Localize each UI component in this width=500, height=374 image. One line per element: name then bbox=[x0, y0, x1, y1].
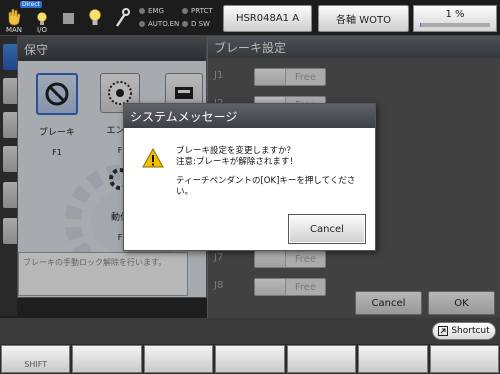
robot-id-button[interactable]: HSR048A1 A bbox=[223, 5, 312, 32]
auto-en-label: AUTO.EN bbox=[148, 20, 180, 28]
system-message-title: システムメッセージ bbox=[124, 104, 375, 128]
function-key-bar: SHIFT bbox=[0, 344, 500, 374]
dsw-status: D SW bbox=[182, 20, 210, 28]
fkey-4[interactable] bbox=[286, 345, 357, 373]
fkey-2[interactable] bbox=[143, 345, 214, 373]
emg-status: EMG bbox=[139, 7, 164, 15]
shortcut-icon bbox=[438, 326, 449, 336]
io-label: I/O bbox=[37, 26, 47, 34]
bulb-icon bbox=[37, 12, 47, 25]
lamp-icon bbox=[89, 9, 101, 25]
prtct-status: PRTCT bbox=[182, 7, 213, 15]
prtct-label: PRTCT bbox=[191, 7, 213, 15]
bottom-strip bbox=[0, 318, 500, 344]
message-line-3: ティーチペンダントの[OK]キーを押してください。 bbox=[176, 176, 356, 197]
speed-bar bbox=[420, 23, 490, 27]
fkey-shift[interactable]: SHIFT bbox=[1, 345, 71, 373]
warning-icon bbox=[142, 148, 164, 168]
stop-icon bbox=[63, 13, 74, 24]
prtct-led bbox=[182, 8, 188, 14]
mode-label: MAN bbox=[5, 26, 23, 34]
dsw-label: D SW bbox=[191, 20, 210, 28]
fkey-6[interactable] bbox=[429, 345, 499, 373]
fkey-1[interactable] bbox=[72, 345, 142, 373]
emg-led bbox=[139, 8, 145, 14]
auto-en-led bbox=[139, 21, 145, 27]
io-indicator: I/O bbox=[31, 6, 53, 34]
message-line-2: 注意:ブレーキが解除されます！ bbox=[176, 157, 298, 167]
auto-en-status: AUTO.EN bbox=[139, 20, 179, 28]
system-message-dialog: システムメッセージ ブレーキ設定を変更しますか？ 注意:ブレーキが解除されます！… bbox=[123, 103, 376, 251]
fkey-3[interactable] bbox=[215, 345, 285, 373]
dsw-led bbox=[182, 21, 188, 27]
top-status-bar: MAN Direct I/O EMG AUTO.EN PRTCT D SW HS… bbox=[0, 0, 500, 36]
axis-mode-button[interactable]: 各軸 WOTO bbox=[318, 5, 409, 32]
wrench-icon bbox=[116, 8, 130, 27]
speed-indicator[interactable]: 1 % bbox=[413, 5, 497, 32]
hand-icon bbox=[8, 8, 21, 26]
dialog-cancel-button[interactable]: Cancel bbox=[288, 214, 366, 244]
message-body: ブレーキ設定を変更しますか？ 注意:ブレーキが解除されます！ ティーチペンダント… bbox=[176, 146, 371, 198]
speed-bar-fill bbox=[420, 23, 421, 27]
emg-label: EMG bbox=[148, 7, 164, 15]
message-line-1: ブレーキ設定を変更しますか？ bbox=[176, 146, 296, 156]
shortcut-button[interactable]: Shortcut bbox=[432, 322, 496, 340]
fkey-5[interactable] bbox=[358, 345, 428, 373]
shortcut-label: Shortcut bbox=[451, 326, 490, 336]
speed-value: 1 % bbox=[445, 9, 465, 20]
